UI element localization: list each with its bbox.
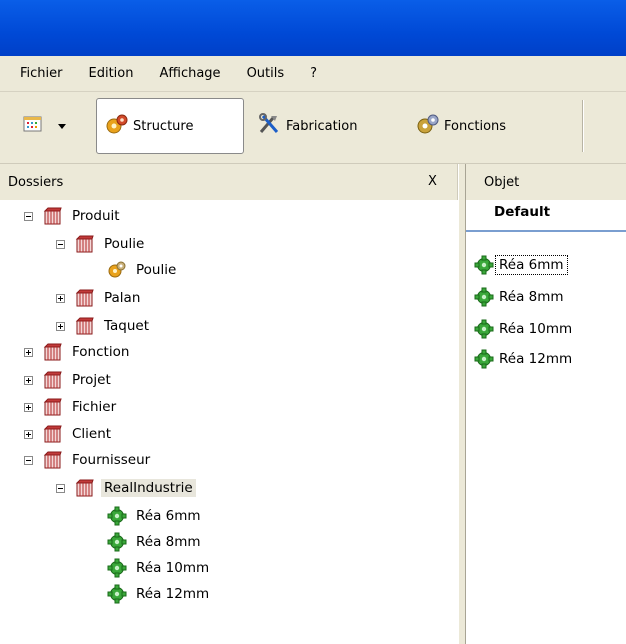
structure-label: Structure xyxy=(133,118,194,134)
object-label: Réa 12mm xyxy=(499,351,573,367)
tree-label: Fichier xyxy=(72,399,117,415)
object-item-rea-8mm[interactable]: Réa 8mm xyxy=(474,284,567,310)
folder-icon xyxy=(75,234,95,254)
folder-tree: Produit Poulie Poulie Palan Taquet Fonct… xyxy=(0,200,458,644)
tab-strip: Default xyxy=(466,200,626,232)
close-panel-button[interactable]: X xyxy=(428,174,437,189)
folder-icon xyxy=(43,370,63,390)
collapse-toggle[interactable] xyxy=(56,483,65,493)
structure-button[interactable]: Structure xyxy=(96,98,244,154)
expand-toggle[interactable] xyxy=(24,375,33,385)
menu-edition[interactable]: Edition xyxy=(89,66,134,81)
folder-icon xyxy=(75,288,95,308)
expand-toggle[interactable] xyxy=(24,347,33,357)
tree-label: Fournisseur xyxy=(72,452,151,468)
folder-icon xyxy=(75,316,95,336)
objet-panel: Default Réa 6mm Réa 8mm Réa 10mm Réa 12m… xyxy=(466,200,626,644)
part-icon xyxy=(474,319,494,339)
folder-icon xyxy=(43,424,63,444)
tree-node-poulie-folder[interactable]: Poulie xyxy=(56,232,147,256)
dossiers-title: Dossiers xyxy=(8,174,64,190)
tree-node-realindustrie[interactable]: RealIndustrie xyxy=(56,476,196,500)
menu-help[interactable]: ? xyxy=(310,66,317,81)
expand-toggle[interactable] xyxy=(56,293,65,303)
objet-title: Objet xyxy=(484,174,520,190)
folder-icon xyxy=(43,206,63,226)
part-icon xyxy=(474,287,494,307)
objet-panel-header: Objet xyxy=(466,164,626,200)
part-icon xyxy=(474,349,494,369)
toolbar: Structure Fabrication Fonctions xyxy=(0,92,626,164)
object-item-rea-6mm[interactable]: Réa 6mm xyxy=(474,252,568,278)
tree-label: Client xyxy=(72,426,112,442)
expand-toggle[interactable] xyxy=(24,402,33,412)
part-icon xyxy=(107,558,127,578)
collapse-toggle[interactable] xyxy=(24,211,33,221)
part-icon xyxy=(107,506,127,526)
part-icon xyxy=(107,584,127,604)
view-dropdown-button[interactable] xyxy=(14,98,78,154)
tree-label: Fonction xyxy=(72,344,130,360)
tree-label-selected: RealIndustrie xyxy=(101,479,196,497)
menu-fichier[interactable]: Fichier xyxy=(20,66,63,81)
tree-node-client[interactable]: Client xyxy=(24,422,114,446)
menu-bar: Fichier Edition Affichage Outils ? xyxy=(0,56,626,92)
tree-node-rea-6mm[interactable]: Réa 6mm xyxy=(107,504,204,528)
folder-icon xyxy=(43,397,63,417)
tree-node-poulie-item[interactable]: Poulie xyxy=(107,258,179,282)
menu-affichage[interactable]: Affichage xyxy=(159,66,220,81)
tree-node-fichier[interactable]: Fichier xyxy=(24,395,119,419)
object-item-rea-12mm[interactable]: Réa 12mm xyxy=(474,346,575,372)
tree-label: Taquet xyxy=(104,318,150,334)
tree-node-rea-12mm[interactable]: Réa 12mm xyxy=(107,582,212,606)
object-item-rea-10mm[interactable]: Réa 10mm xyxy=(474,316,575,342)
tree-node-taquet[interactable]: Taquet xyxy=(56,314,152,338)
tree-node-fournisseur[interactable]: Fournisseur xyxy=(24,448,153,472)
toolbar-separator xyxy=(582,100,584,152)
menu-outils[interactable]: Outils xyxy=(247,66,285,81)
tree-label: Projet xyxy=(72,372,111,388)
folder-icon xyxy=(75,478,95,498)
expand-toggle[interactable] xyxy=(56,321,65,331)
collapse-toggle[interactable] xyxy=(24,455,33,465)
tree-label: Réa 8mm xyxy=(136,534,201,550)
fonctions-label: Fonctions xyxy=(444,118,507,134)
expand-toggle[interactable] xyxy=(24,429,33,439)
folder-icon xyxy=(43,342,63,362)
tab-default[interactable]: Default xyxy=(494,204,550,220)
object-label: Réa 8mm xyxy=(499,289,564,305)
fonctions-button[interactable]: Fonctions xyxy=(408,98,548,154)
dossiers-panel-header: Dossiers X xyxy=(0,164,458,200)
tree-node-rea-10mm[interactable]: Réa 10mm xyxy=(107,556,212,580)
tree-node-fonction[interactable]: Fonction xyxy=(24,340,132,364)
tools-icon xyxy=(258,113,282,139)
gears-icon xyxy=(105,113,129,139)
tree-label: Poulie xyxy=(136,262,177,278)
tree-label: Palan xyxy=(104,290,141,306)
fabrication-label: Fabrication xyxy=(286,118,358,134)
window-title-bar[interactable] xyxy=(0,0,626,56)
tree-label: Poulie xyxy=(104,236,145,252)
gears-icon xyxy=(416,113,440,139)
tree-node-produit[interactable]: Produit xyxy=(24,204,123,228)
collapse-toggle[interactable] xyxy=(56,239,65,249)
tree-label: Réa 10mm xyxy=(136,560,210,576)
fabrication-button[interactable]: Fabrication xyxy=(250,98,390,154)
tree-label: Produit xyxy=(72,208,120,224)
part-icon xyxy=(474,255,494,275)
calendar-icon xyxy=(22,114,44,138)
panel-splitter[interactable] xyxy=(458,164,466,644)
chevron-down-icon xyxy=(58,119,66,134)
tree-node-rea-8mm[interactable]: Réa 8mm xyxy=(107,530,204,554)
part-icon xyxy=(107,532,127,552)
tree-label: Réa 12mm xyxy=(136,586,210,602)
object-label: Réa 10mm xyxy=(499,321,573,337)
tree-node-palan[interactable]: Palan xyxy=(56,286,143,310)
object-label: Réa 6mm xyxy=(495,255,568,275)
folder-icon xyxy=(43,450,63,470)
tree-node-projet[interactable]: Projet xyxy=(24,368,114,392)
gear-assembly-icon xyxy=(107,260,127,280)
tree-label: Réa 6mm xyxy=(136,508,201,524)
